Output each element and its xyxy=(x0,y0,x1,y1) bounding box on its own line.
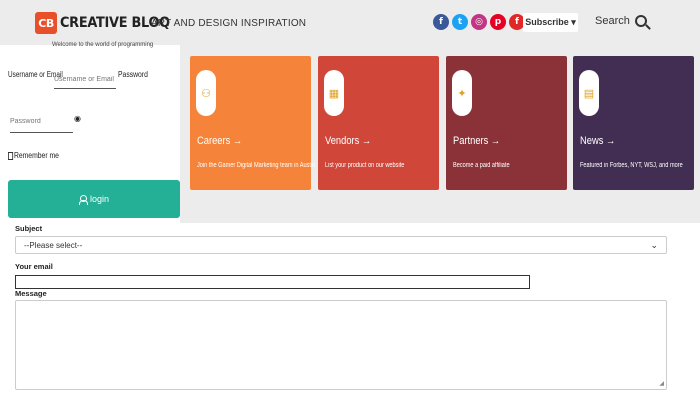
email-field[interactable] xyxy=(15,275,530,289)
resize-handle-icon[interactable]: ◢ xyxy=(659,380,664,387)
login-note: Welcome to the world of programming xyxy=(52,42,154,48)
subscribe-button[interactable]: Subscribe ▾ xyxy=(523,13,578,32)
subject-value: --Please select-- xyxy=(24,240,83,250)
login-button[interactable]: login xyxy=(8,180,180,218)
card-title: News → xyxy=(580,135,616,147)
card-vendors[interactable]: ▦ Vendors → List your product on our web… xyxy=(318,56,439,190)
card-careers[interactable]: ⚇ Careers → Join the Gamer Digital Marke… xyxy=(190,56,315,190)
message-textarea[interactable]: ◢ xyxy=(15,300,667,390)
instagram-icon[interactable]: ◎ xyxy=(471,14,487,30)
username-input[interactable] xyxy=(54,65,116,89)
logo-mark: CB xyxy=(35,12,57,34)
message-label: Message xyxy=(15,289,47,298)
facebook-icon[interactable]: f xyxy=(433,14,449,30)
password-label: Password xyxy=(118,70,148,79)
careers-icon: ⚇ xyxy=(196,70,216,116)
checkbox-icon xyxy=(8,151,14,160)
card-description: Join the Gamer Digital Marketing team in… xyxy=(197,162,316,169)
card-description: Become a paid affiliate xyxy=(453,162,510,169)
subject-label: Subject xyxy=(15,224,43,233)
card-description: Featured in Forbes, NYT, WSJ, and more xyxy=(580,162,683,169)
twitter-icon[interactable]: t xyxy=(452,14,468,30)
card-description: List your product on our website xyxy=(325,162,405,169)
card-partners[interactable]: ✦ Partners → Become a paid affiliate xyxy=(446,56,567,190)
site-tagline: ART AND DESIGN INSPIRATION xyxy=(151,18,307,29)
user-icon xyxy=(78,194,88,205)
card-title: Careers → xyxy=(197,135,243,147)
card-news[interactable]: ▤ News → Featured in Forbes, NYT, WSJ, a… xyxy=(573,56,694,190)
vendors-icon: ▦ xyxy=(324,70,344,116)
remember-me-label: Remember me xyxy=(13,151,59,160)
search-label: Search xyxy=(595,15,630,27)
subject-select[interactable]: --Please select-- ⌄ xyxy=(15,236,667,254)
chevron-down-icon: ⌄ xyxy=(650,239,658,250)
remember-me-checkbox[interactable]: Remember me xyxy=(8,151,59,160)
social-links: f t ◎ p f xyxy=(433,14,525,30)
login-panel: Welcome to the world of programming User… xyxy=(0,42,180,223)
pinterest-icon[interactable]: p xyxy=(490,14,506,30)
email-label: Your email xyxy=(15,262,53,271)
password-input[interactable] xyxy=(10,111,73,133)
search-icon xyxy=(634,15,647,27)
login-button-label: login xyxy=(89,194,109,204)
partners-icon: ✦ xyxy=(452,70,472,116)
site-header: CB CREATIVE BLOQ ART AND DESIGN INSPIRAT… xyxy=(0,0,700,45)
news-icon: ▤ xyxy=(579,70,599,116)
show-password-icon[interactable]: ◉ xyxy=(74,114,81,123)
card-title: Vendors → xyxy=(325,135,372,147)
search-button[interactable]: Search xyxy=(595,15,647,27)
card-title: Partners → xyxy=(453,135,501,147)
